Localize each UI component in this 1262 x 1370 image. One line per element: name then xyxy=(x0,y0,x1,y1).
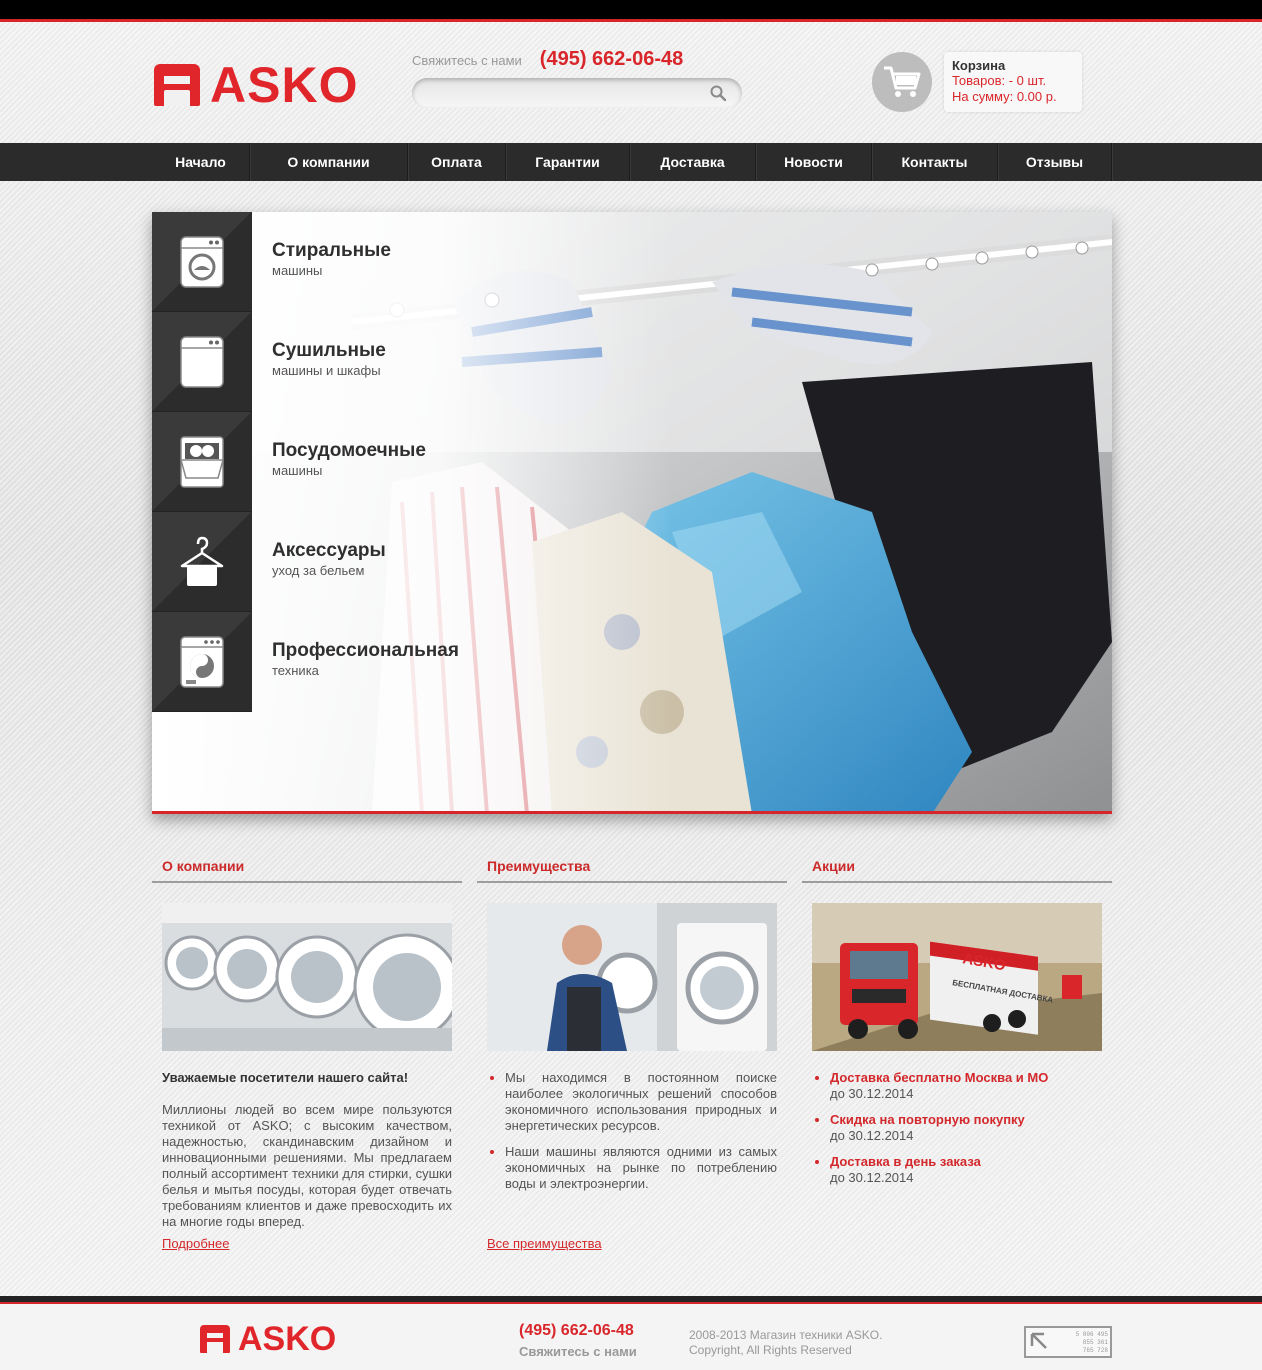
advantages-list: Мы находимся в постоянном поиске наиболе… xyxy=(487,1070,777,1192)
footer-phone[interactable]: (495) 662-06-48 xyxy=(519,1322,634,1340)
cart-items-count: Товаров: - 0 шт. xyxy=(952,73,1047,88)
advantages-section: Преимущества Мы находимся в постоянном п… xyxy=(477,852,787,1252)
promos-body: Доставка бесплатно Москва и МО до 30.12.… xyxy=(812,1070,1102,1186)
category-label-accessories[interactable]: Аксессуары уход за бельем xyxy=(272,540,386,578)
category-label-dryers[interactable]: Сушильные машины и шкафы xyxy=(272,340,386,378)
nav-item-warranty[interactable]: Гарантии xyxy=(506,143,630,181)
main-nav: Начало О компании Оплата Гарантии Достав… xyxy=(0,143,1262,181)
counter-arrow-icon: 5 006 495 855 361 765 728 xyxy=(1030,1331,1109,1354)
promo-item[interactable]: Доставка в день заказа до 30.12.2014 xyxy=(812,1154,1102,1186)
nav-item-contacts[interactable]: Контакты xyxy=(872,143,998,181)
category-label-professional[interactable]: Профессиональная техника xyxy=(272,640,459,678)
svg-text:855 361: 855 361 xyxy=(1083,1339,1109,1346)
footer: ASKO (495) 662-06-48 Свяжитесь с нами 20… xyxy=(0,1296,1262,1370)
about-section: О компании Уважаемые посетители нашего с… xyxy=(152,852,462,1252)
category-label-washing[interactable]: Стиральные машины xyxy=(272,240,391,278)
cart-widget[interactable]: Корзина Товаров: - 0 шт. На сумму: 0.00 … xyxy=(872,52,1082,112)
promos-delivery-truck-image: ASKO БЕСПЛАТНАЯ ДОСТАВКА xyxy=(812,903,1102,1051)
advantages-body: Мы находимся в постоянном поиске наиболе… xyxy=(487,1070,777,1252)
top-bar xyxy=(0,0,1262,22)
advantages-heading: Преимущества xyxy=(477,852,787,883)
hanger-icon xyxy=(180,536,224,586)
promo-title[interactable]: Скидка на повторную покупку xyxy=(830,1112,1102,1128)
nav-item-about[interactable]: О компании xyxy=(250,143,408,181)
footer-logo-text: ASKO xyxy=(238,1320,337,1358)
category-dryers[interactable] xyxy=(152,312,252,412)
promo-date: до 30.12.2014 xyxy=(830,1170,914,1185)
washing-machine-icon xyxy=(180,236,224,288)
header-phone[interactable]: (495) 662-06-48 xyxy=(540,48,683,71)
footer-copyright: 2008-2013 Магазин техники ASKO. Copyrigh… xyxy=(689,1328,883,1357)
footer-logo[interactable]: ASKO xyxy=(200,1322,336,1356)
about-greeting: Уважаемые посетители нашего сайта! xyxy=(162,1070,409,1085)
professional-washer-icon xyxy=(180,636,224,688)
cart-sum: На сумму: 0.00 р. xyxy=(952,89,1057,104)
about-text: Миллионы людей во всем мире пользуются т… xyxy=(162,1102,452,1229)
asko-logo-mark-icon xyxy=(154,64,200,106)
site-logo[interactable]: ASKO xyxy=(154,60,358,110)
promo-item[interactable]: Скидка на повторную покупку до 30.12.201… xyxy=(812,1112,1102,1144)
promo-date: до 30.12.2014 xyxy=(830,1128,914,1143)
search-icon[interactable] xyxy=(710,85,726,101)
category-menu xyxy=(152,212,252,712)
promo-title[interactable]: Доставка бесплатно Москва и МО xyxy=(830,1070,1102,1086)
advantage-item: Мы находимся в постоянном поиске наиболе… xyxy=(487,1070,777,1134)
hero-banner: Стиральные машины Сушильные машины и шка… xyxy=(152,212,1112,814)
dishwasher-icon xyxy=(180,436,224,488)
nav-item-reviews[interactable]: Отзывы xyxy=(998,143,1112,181)
advantages-technician-image xyxy=(487,903,777,1051)
nav-item-home[interactable]: Начало xyxy=(152,143,250,181)
promos-list: Доставка бесплатно Москва и МО до 30.12.… xyxy=(812,1070,1102,1186)
svg-text:765 728: 765 728 xyxy=(1083,1347,1109,1354)
asko-logo-mark-icon xyxy=(200,1325,230,1353)
nav-item-delivery[interactable]: Доставка xyxy=(630,143,756,181)
category-professional[interactable] xyxy=(152,612,252,712)
visitor-counter[interactable]: 5 006 495 855 361 765 728 xyxy=(1024,1326,1112,1358)
footer-contact-label[interactable]: Свяжитесь с нами xyxy=(519,1344,637,1359)
about-laundromat-image xyxy=(162,903,461,1051)
promo-item[interactable]: Доставка бесплатно Москва и МО до 30.12.… xyxy=(812,1070,1102,1102)
promos-heading: Акции xyxy=(802,852,1112,883)
svg-text:5 006 495: 5 006 495 xyxy=(1076,1331,1109,1338)
category-label-dishwashers[interactable]: Посудомоечные машины xyxy=(272,440,426,478)
contact-label: Свяжитесь с нами xyxy=(412,53,522,68)
dryer-icon xyxy=(180,336,224,388)
promos-section: Акции ASKO БЕСПЛАТНАЯ ДОСТАВКА Доставка … xyxy=(802,852,1112,1196)
about-body: Уважаемые посетители нашего сайта! Милли… xyxy=(162,1070,452,1252)
cart-icon xyxy=(884,66,921,97)
promo-date: до 30.12.2014 xyxy=(830,1086,914,1101)
search-box xyxy=(412,78,742,108)
category-accessories[interactable] xyxy=(152,512,252,612)
category-washing-machines[interactable] xyxy=(152,212,252,312)
advantage-item: Наши машины являются одними из самых эко… xyxy=(487,1144,777,1192)
category-dishwashers[interactable] xyxy=(152,412,252,512)
all-advantages-link[interactable]: Все преимущества xyxy=(487,1236,602,1252)
hero-laundry-photo xyxy=(152,212,1112,811)
cart-info: Корзина Товаров: - 0 шт. На сумму: 0.00 … xyxy=(944,52,1082,112)
header-contact: Свяжитесь с нами (495) 662-06-48 xyxy=(412,48,683,71)
cart-button[interactable] xyxy=(872,52,932,112)
nav-item-payment[interactable]: Оплата xyxy=(408,143,506,181)
about-more-link[interactable]: Подробнее xyxy=(162,1236,229,1252)
about-heading: О компании xyxy=(152,852,462,883)
cart-title: Корзина xyxy=(952,58,1006,73)
promo-title[interactable]: Доставка в день заказа xyxy=(830,1154,1102,1170)
search-input[interactable] xyxy=(426,83,696,103)
logo-text: ASKO xyxy=(210,57,359,113)
nav-item-news[interactable]: Новости xyxy=(756,143,872,181)
